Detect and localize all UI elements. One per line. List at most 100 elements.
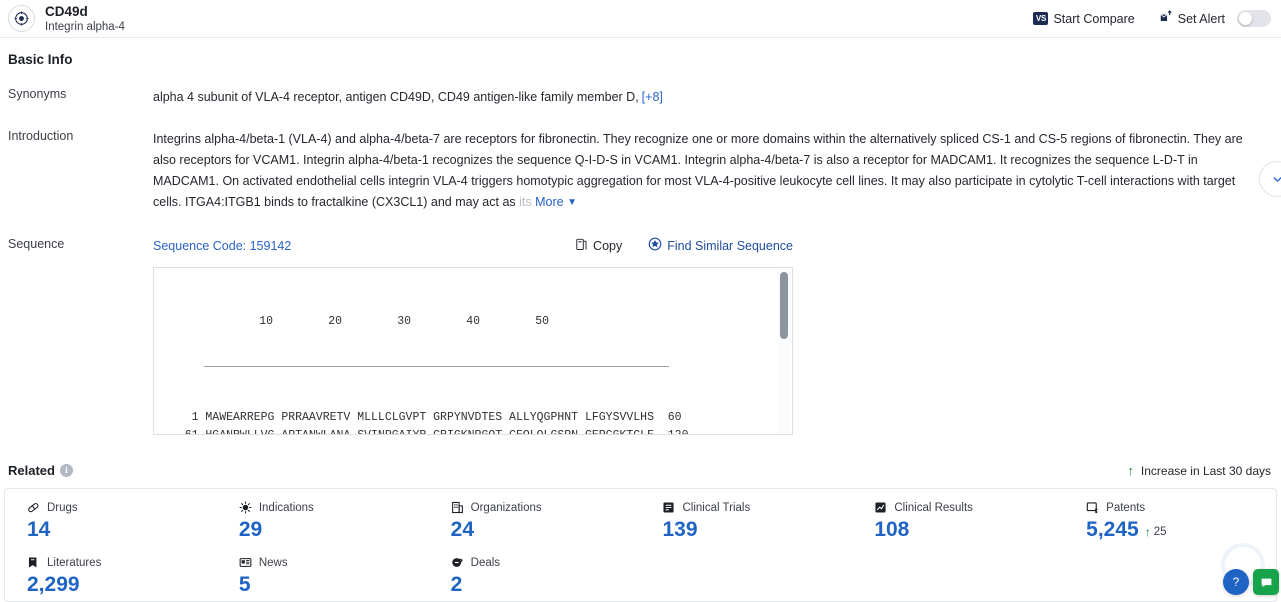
related-header: Related i ↑ Increase in Last 30 days <box>0 463 1281 478</box>
related-item-value[interactable]: 139 <box>662 518 852 542</box>
related-item-drugs[interactable]: Drugs 14 <box>5 501 217 542</box>
sequence-scrollbar[interactable] <box>778 269 791 433</box>
increase-note: ↑ Increase in Last 30 days <box>1127 463 1271 478</box>
related-item-clinical-trials[interactable]: Clinical Trials 139 <box>640 501 852 542</box>
up-arrow-icon: ↑ <box>1127 463 1134 478</box>
clinical-result-icon <box>874 501 887 514</box>
related-item-count: 2,299 <box>27 573 80 596</box>
app-header: CD49d Integrin alpha-4 VS Start Compare … <box>0 0 1281 38</box>
related-item-label: Deals <box>470 556 501 569</box>
introduction-value-wrap: Integrins alpha-4/beta-1 (VLA-4) and alp… <box>153 129 1281 214</box>
related-item-indications[interactable]: Indications 29 <box>217 501 429 542</box>
info-icon[interactable]: i <box>59 464 73 477</box>
related-item-value[interactable]: 5,245 ↑ 25 <box>1086 518 1276 542</box>
related-item-header: News <box>239 556 429 569</box>
related-item-news[interactable]: News 5 <box>217 556 429 597</box>
related-item-count: 24 <box>450 518 475 541</box>
entity-title-group: CD49d Integrin alpha-4 <box>45 4 125 34</box>
synonyms-label: Synonyms <box>8 87 67 101</box>
page-title: CD49d <box>45 3 88 19</box>
related-item-value[interactable]: 2 <box>451 573 641 597</box>
copy-icon <box>575 238 588 254</box>
sequence-label: Sequence <box>8 237 65 251</box>
related-item-header: Deals <box>451 556 641 569</box>
related-item-label: Drugs <box>47 501 78 514</box>
news-icon <box>239 556 252 569</box>
start-compare-label: Start Compare <box>1053 11 1135 26</box>
alert-bell-icon <box>1159 10 1173 27</box>
deal-icon <box>451 556 464 569</box>
set-alert-label: Set Alert <box>1177 11 1225 26</box>
related-item-value[interactable]: 5 <box>239 573 429 597</box>
related-item-label: Patents <box>1106 501 1146 514</box>
start-compare-button[interactable]: VS Start Compare <box>1033 11 1135 26</box>
related-item-organizations[interactable]: Organizations 24 <box>429 501 641 542</box>
building-icon <box>451 501 464 514</box>
related-item-label: News <box>258 556 288 569</box>
synonyms-row: Synonyms alpha 4 subunit of VLA-4 recept… <box>0 87 1281 108</box>
find-similar-sequence-button[interactable]: Find Similar Sequence <box>648 237 793 254</box>
sequence-ruler-line <box>204 366 669 368</box>
introduction-row: Introduction Integrins alpha-4/beta-1 (V… <box>0 129 1281 214</box>
related-item-label: Organizations <box>470 501 542 514</box>
related-item-value[interactable]: 108 <box>874 518 1064 542</box>
related-item-value[interactable]: 29 <box>239 518 429 542</box>
chevron-down-icon: ▼ <box>567 197 577 208</box>
introduction-more-button[interactable]: More ▼ <box>535 195 577 209</box>
sequence-scrollbar-thumb[interactable] <box>780 272 788 339</box>
find-similar-label: Find Similar Sequence <box>667 238 793 253</box>
related-item-label: Clinical Trials <box>682 501 751 514</box>
related-grid: Drugs 14 Indications 29 Organizations 24 Clini… <box>5 501 1276 597</box>
sequence-content: Sequence Code: 159142 Copy Find Similar … <box>153 237 793 435</box>
related-item-header: Clinical Trials <box>662 501 852 514</box>
copy-label: Copy <box>593 238 623 253</box>
synonyms-more-link[interactable]: [+8] <box>642 90 663 104</box>
more-label: More <box>535 195 564 209</box>
related-item-header: Clinical Results <box>874 501 1064 514</box>
up-arrow-icon: ↑ <box>1144 525 1151 539</box>
find-similar-icon <box>648 237 662 254</box>
book-icon <box>27 556 40 569</box>
introduction-truncated-tail: its <box>519 195 532 209</box>
related-item-header: Literatures <box>27 556 217 569</box>
related-item-label: Clinical Results <box>894 501 973 514</box>
page-subtitle: Integrin alpha-4 <box>45 20 125 33</box>
sequence-ruler: 10 20 30 40 50 <box>204 314 550 328</box>
related-item-patents[interactable]: Patents 5,245 ↑ 25 <box>1064 501 1276 542</box>
pill-icon <box>27 501 40 514</box>
related-item-count: 5 <box>238 573 251 596</box>
related-item-clinical-results[interactable]: Clinical Results 108 <box>852 501 1064 542</box>
related-item-label: Indications <box>258 501 314 514</box>
related-item-count: 29 <box>238 518 263 541</box>
related-item-header: Patents <box>1086 501 1276 514</box>
related-item-value[interactable]: 14 <box>27 518 217 542</box>
related-item-value[interactable]: 24 <box>451 518 641 542</box>
vs-icon: VS <box>1033 12 1049 25</box>
sequence-line: 61 HGANRWLLVG APTANWLANA SVINPGAIYR CRIG… <box>154 427 792 434</box>
sequence-header: Sequence Code: 159142 Copy Find Similar … <box>153 237 793 254</box>
sequence-code-link[interactable]: Sequence Code: 159142 <box>153 239 291 253</box>
related-item-literatures[interactable]: Literatures 2,299 <box>5 556 217 597</box>
virus-icon <box>239 501 252 514</box>
synonyms-value-wrap: alpha 4 subunit of VLA-4 receptor, antig… <box>153 87 1281 108</box>
sequence-viewer[interactable]: 10 20 30 40 50 1 MAWEARREPG PRRAAVRETV M… <box>153 267 793 435</box>
related-item-deals[interactable]: Deals 2 <box>429 556 641 597</box>
related-item-header: Drugs <box>27 501 217 514</box>
basic-info-title: Basic Info <box>8 52 73 67</box>
related-item-header: Organizations <box>451 501 641 514</box>
introduction-text: Integrins alpha-4/beta-1 (VLA-4) and alp… <box>153 132 1243 209</box>
set-alert-toggle[interactable] <box>1237 10 1271 27</box>
sequence-lines: 1 MAWEARREPG PRRAAVRETV MLLLCLGVPT GRPYN… <box>154 409 792 434</box>
patent-icon <box>1086 501 1099 514</box>
related-title: Related <box>8 463 55 478</box>
related-item-delta-value: 25 <box>1153 526 1167 538</box>
set-alert-control[interactable]: Set Alert <box>1159 10 1271 27</box>
copy-button[interactable]: Copy <box>575 238 622 254</box>
chat-icon[interactable] <box>1253 569 1279 595</box>
increase-note-label: Increase in Last 30 days <box>1140 463 1271 478</box>
question-circle-icon[interactable]: ? <box>1223 569 1249 595</box>
target-circle-icon <box>8 5 35 32</box>
related-item-count: 5,245 <box>1086 518 1139 541</box>
related-item-value[interactable]: 2,299 <box>27 573 217 597</box>
introduction-text-block: Integrins alpha-4/beta-1 (VLA-4) and alp… <box>153 129 1263 214</box>
